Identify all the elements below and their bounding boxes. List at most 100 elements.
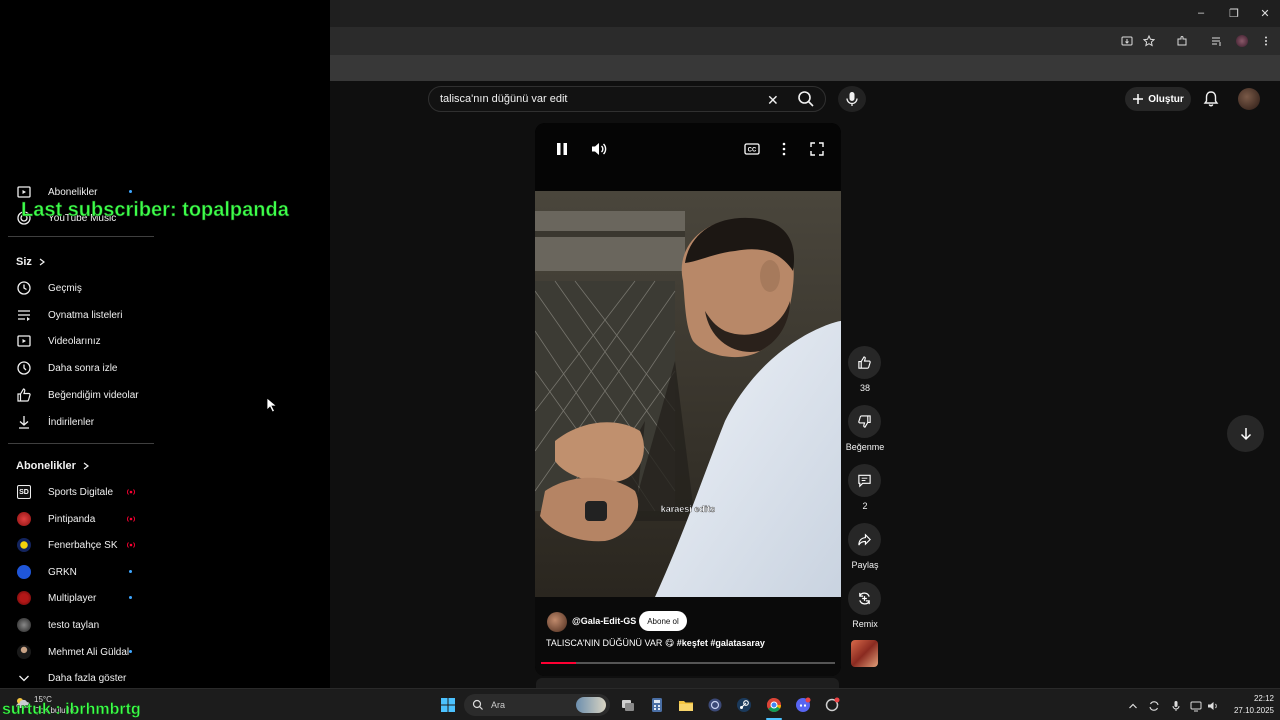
subscriptions-icon bbox=[16, 184, 32, 200]
channel-avatar bbox=[17, 512, 31, 526]
sidebar-item-history[interactable]: Geçmiş bbox=[0, 275, 154, 301]
comments-button[interactable] bbox=[848, 464, 881, 497]
network-icon[interactable] bbox=[1190, 699, 1202, 712]
speaker-icon[interactable] bbox=[1207, 699, 1219, 711]
maximize-icon[interactable]: ❐ bbox=[1227, 6, 1241, 20]
channel-avatar bbox=[17, 538, 31, 552]
create-button[interactable]: Oluştur bbox=[1125, 87, 1191, 111]
caption-text: TALISCA'NIN DÜĞÜNÜ VAR 😋 bbox=[546, 638, 675, 648]
captions-icon[interactable]: CC bbox=[743, 140, 761, 158]
menu-kebab-icon[interactable] bbox=[1259, 34, 1273, 48]
watch-later-icon bbox=[16, 360, 32, 376]
windows-start-icon[interactable] bbox=[440, 697, 456, 713]
progress-bar[interactable] bbox=[541, 662, 835, 664]
sidebar-item-label: Geçmiş bbox=[48, 282, 82, 294]
live-icon bbox=[127, 542, 135, 548]
channel-name: Pintipanda bbox=[48, 513, 96, 525]
profile-avatar-icon[interactable] bbox=[1235, 34, 1249, 48]
arrow-down-icon bbox=[1240, 427, 1251, 440]
channel-name: Multiplayer bbox=[48, 592, 97, 604]
channel-avatar: SD bbox=[17, 485, 31, 499]
share-button[interactable] bbox=[848, 523, 881, 556]
channel-avatar[interactable] bbox=[547, 612, 567, 632]
install-app-icon[interactable] bbox=[1120, 34, 1134, 48]
notifications-bell-icon[interactable] bbox=[1202, 90, 1220, 108]
video-top-bar: CC bbox=[535, 123, 841, 191]
dislike-button[interactable] bbox=[848, 405, 881, 438]
chevron-down-icon bbox=[16, 670, 32, 686]
section-you-heading[interactable]: Siz bbox=[16, 256, 46, 268]
microphone-icon[interactable] bbox=[1170, 699, 1182, 711]
voice-search-button[interactable] bbox=[838, 86, 866, 112]
sidebar-item-liked-videos[interactable]: Beğendiğim videolar bbox=[0, 382, 154, 408]
browser-titlebar: – ❐ ✕ bbox=[330, 0, 1280, 27]
volume-icon[interactable] bbox=[590, 140, 608, 158]
progress-fill bbox=[541, 662, 577, 664]
remix-label: Remix bbox=[852, 619, 878, 629]
sidebar-item-playlists[interactable]: Oynatma listeleri bbox=[0, 302, 154, 328]
video-info-panel bbox=[535, 597, 841, 676]
divider bbox=[8, 443, 154, 444]
video-caption: TALISCA'NIN DÜĞÜNÜ VAR 😋 #keşfet #galata… bbox=[546, 638, 765, 649]
taskbar-search[interactable]: Ara bbox=[464, 694, 610, 716]
chrome-icon[interactable] bbox=[766, 697, 782, 713]
steam-icon[interactable] bbox=[736, 697, 752, 713]
sidebar-channel-testo-taylan[interactable]: testo taylan bbox=[0, 612, 154, 638]
channel-avatar bbox=[17, 618, 31, 632]
search-icon[interactable] bbox=[796, 89, 816, 109]
task-view-icon[interactable] bbox=[620, 697, 636, 713]
comment-count: 2 bbox=[862, 501, 868, 511]
history-icon bbox=[16, 280, 32, 296]
show-more-label: Daha fazla göster bbox=[48, 672, 127, 684]
minimize-icon[interactable]: – bbox=[1194, 6, 1208, 20]
sync-icon[interactable] bbox=[1148, 699, 1160, 711]
taskbar: 15°C Çok bulutlu Ara 22:12 27.10.2025 bbox=[0, 688, 1280, 720]
clock-time[interactable]: 22:12 bbox=[1230, 694, 1274, 703]
sidebar-item-watch-later[interactable]: Daha sonra izle bbox=[0, 355, 154, 381]
thumbs-up-icon bbox=[16, 387, 32, 403]
channel-name: GRKN bbox=[48, 566, 77, 578]
more-options-icon[interactable] bbox=[775, 140, 793, 158]
live-icon bbox=[127, 516, 135, 522]
channel-name[interactable]: @Gala-Edit-GS bbox=[572, 616, 636, 626]
app-globe-icon[interactable] bbox=[707, 697, 723, 713]
avatar[interactable] bbox=[1238, 88, 1260, 110]
short-video-player[interactable]: CC karaesi edits @Gala-Edit-GS Abone ol … bbox=[535, 123, 841, 676]
section-subscriptions-heading[interactable]: Abonelikler bbox=[16, 460, 90, 472]
extensions-icon[interactable] bbox=[1175, 34, 1189, 48]
browser-toolbar bbox=[330, 27, 1280, 55]
like-count: 38 bbox=[859, 383, 870, 393]
bookmark-star-icon[interactable] bbox=[1142, 34, 1156, 48]
sidebar-item-label: Daha sonra izle bbox=[48, 362, 118, 374]
sidebar-item-downloads[interactable]: İndirilenler bbox=[0, 409, 154, 435]
close-icon[interactable]: ✕ bbox=[1258, 6, 1272, 20]
clock-date[interactable]: 27.10.2025 bbox=[1220, 706, 1274, 715]
caption-hashtags[interactable]: #keşfet #galatasaray bbox=[677, 638, 765, 648]
next-short-preview bbox=[536, 678, 839, 688]
search-input[interactable]: talisca'nın düğünü var edit ✕ bbox=[428, 86, 826, 112]
microphone-icon bbox=[846, 92, 858, 106]
your-videos-icon bbox=[16, 333, 32, 349]
pause-icon[interactable] bbox=[553, 140, 571, 158]
sound-thumbnail[interactable] bbox=[851, 640, 878, 667]
remix-button[interactable] bbox=[848, 582, 881, 615]
remix-icon bbox=[859, 592, 870, 605]
chevron-up-icon[interactable] bbox=[1127, 699, 1139, 711]
clear-search-icon[interactable]: ✕ bbox=[767, 92, 779, 109]
like-button[interactable] bbox=[848, 346, 881, 379]
svg-text:CC: CC bbox=[748, 148, 757, 154]
discord-icon[interactable] bbox=[795, 697, 811, 713]
download-icon bbox=[16, 414, 32, 430]
file-explorer-icon[interactable] bbox=[678, 697, 694, 713]
app-refresh-icon[interactable] bbox=[824, 697, 840, 713]
fullscreen-icon[interactable] bbox=[808, 140, 826, 158]
next-short-button[interactable] bbox=[1227, 415, 1264, 452]
media-control-icon[interactable] bbox=[1210, 34, 1224, 48]
sidebar-item-label: İndirilenler bbox=[48, 416, 95, 428]
sidebar: Abonelikler YouTube Music Siz Geçmiş Oyn… bbox=[0, 0, 330, 688]
stream-ticker-overlay: surtuk : ibrhmbrtg bbox=[2, 701, 141, 719]
create-label: Oluştur bbox=[1148, 93, 1184, 105]
calculator-icon[interactable] bbox=[649, 697, 665, 713]
subscribe-button[interactable]: Abone ol bbox=[639, 611, 687, 631]
sidebar-item-your-videos[interactable]: Videolarınız bbox=[0, 328, 154, 354]
